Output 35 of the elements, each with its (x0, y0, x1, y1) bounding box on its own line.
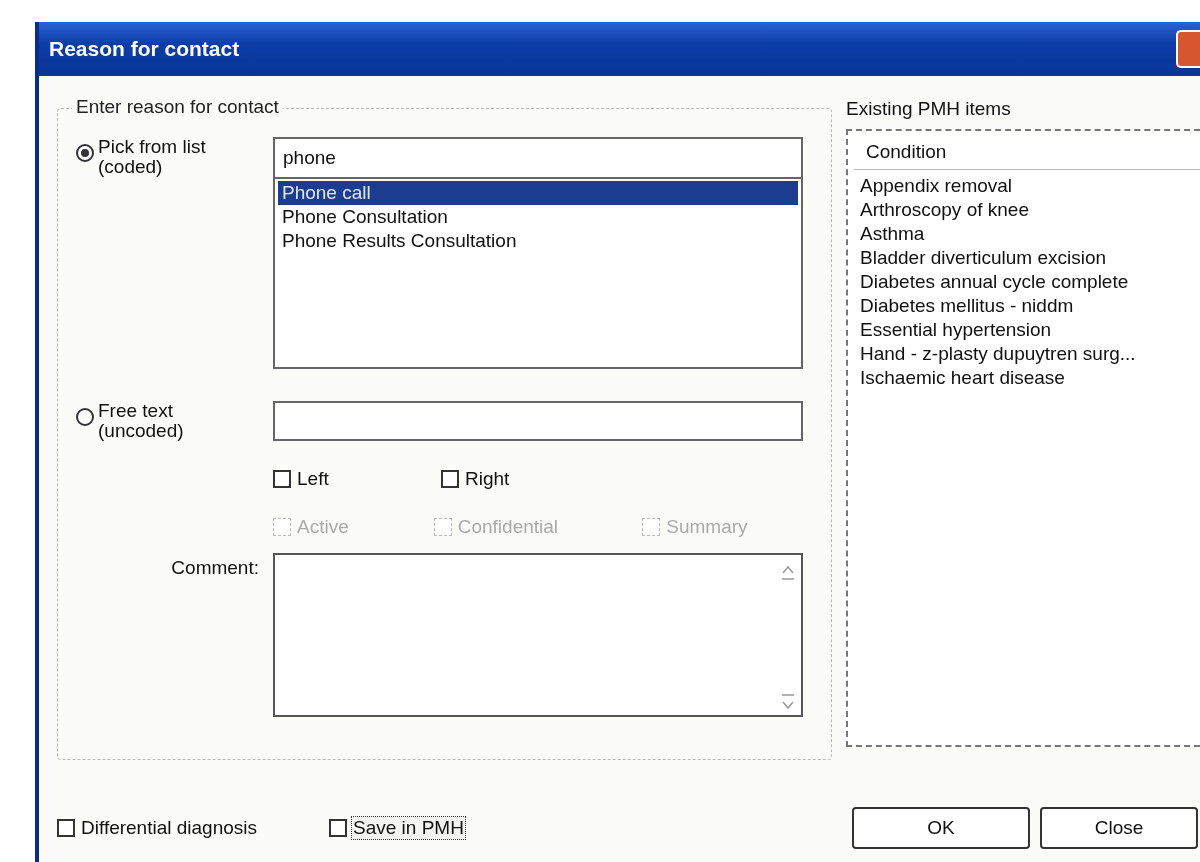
checkbox[interactable] (441, 470, 459, 488)
radio-option[interactable]: Free text (uncoded) (76, 401, 273, 441)
list-item[interactable]: Asthma (854, 222, 1200, 246)
close-button[interactable]: Close (1040, 807, 1198, 849)
list-item[interactable]: Hand - z-plasty dupuytren surg... (854, 342, 1200, 366)
list-item[interactable]: Diabetes mellitus - niddm (854, 294, 1200, 318)
radio-option[interactable]: Pick from list (coded) (76, 137, 273, 177)
comment-field[interactable] (273, 553, 803, 717)
list-item[interactable]: Phone Consultation (278, 205, 798, 229)
comment-label: Comment: (171, 557, 259, 578)
panel-title: Existing PMH items (846, 98, 1012, 120)
list-item[interactable]: Phone call (278, 181, 798, 205)
list-item[interactable]: Phone Results Consultation (278, 229, 798, 253)
free-text-field[interactable] (273, 401, 803, 441)
list-item[interactable]: Arthroscopy of knee (854, 198, 1200, 222)
checkbox-label: Differential diagnosis (80, 816, 259, 840)
search-field[interactable]: phone (273, 137, 803, 179)
list-item[interactable]: Ischaemic heart disease (854, 366, 1200, 390)
column-header[interactable]: Condition (854, 135, 1200, 170)
list-item[interactable]: Diabetes annual cycle complete (854, 270, 1200, 294)
checkbox[interactable] (273, 470, 291, 488)
window-title: Reason for contact (49, 37, 240, 61)
checkbox-label: Left (296, 467, 330, 491)
list-item[interactable]: Bladder diverticulum excision (854, 246, 1200, 270)
checkbox[interactable] (329, 819, 347, 837)
checkbox-label: Active (296, 515, 350, 539)
checkbox-label: Save in PMH (351, 816, 466, 840)
checkbox[interactable] (57, 819, 75, 837)
close-button[interactable] (1176, 30, 1200, 68)
list-item[interactable]: Essential hypertension (854, 318, 1200, 342)
checkbox-label: Summary (665, 515, 749, 539)
ok-button[interactable]: OK (852, 807, 1030, 849)
list-item[interactable]: Appendix removal (854, 174, 1200, 198)
checkbox-label: Right (464, 467, 511, 491)
checkbox-label: Confidential (456, 515, 560, 539)
